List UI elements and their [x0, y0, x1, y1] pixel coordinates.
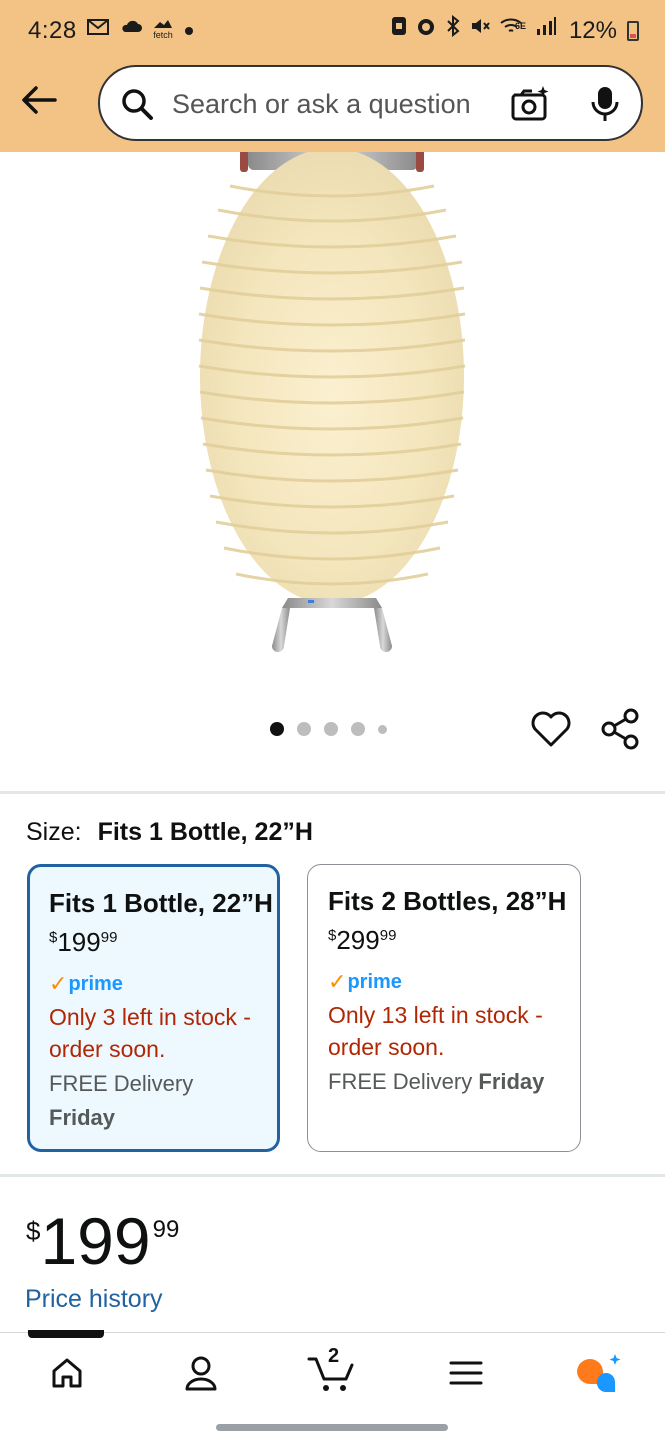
stock-status: Only 13 left in stock - order soon.	[328, 1002, 543, 1060]
nav-home[interactable]	[46, 1351, 88, 1395]
carousel-dot-5[interactable]	[378, 724, 387, 734]
back-button[interactable]	[18, 82, 60, 118]
product-image[interactable]	[190, 152, 475, 656]
price-whole: 199	[40, 1204, 151, 1278]
prime-check-icon: ✓	[49, 971, 68, 996]
price-whole: 199	[57, 927, 101, 957]
battery-percent: 12%	[568, 16, 617, 44]
gmail-icon	[86, 14, 110, 44]
cloud-icon	[120, 14, 142, 44]
size-selected-value: Fits 1 Bottle, 22”H	[97, 818, 313, 846]
size-option-2-bottles[interactable]: Fits 2 Bottles, 28”H $ 299 99 ✓ prime On…	[307, 864, 581, 1152]
lock-screen-icon	[391, 15, 407, 46]
home-icon	[52, 1358, 82, 1388]
stock-status: Only 3 left in stock - order soon.	[49, 1004, 251, 1062]
section-divider	[0, 1174, 665, 1177]
delivery-day: Friday	[49, 1105, 116, 1130]
signal-icon	[535, 15, 557, 46]
dot-icon	[184, 14, 194, 44]
price-cents: 99	[379, 927, 397, 944]
option-title: Fits 2 Bottles, 28”H	[328, 886, 567, 916]
microphone-icon[interactable]	[590, 85, 620, 123]
bottom-navigation: 2	[0, 1332, 665, 1414]
cart-count-badge: 2	[328, 1345, 340, 1367]
delivery-prefix: FREE Delivery	[328, 1069, 473, 1094]
delivery-info: FREE Delivery Friday	[328, 1065, 580, 1099]
search-input[interactable]	[172, 85, 492, 123]
wifi-icon: 6E	[499, 15, 527, 46]
status-system-icons: 6E 12%	[391, 14, 639, 46]
prime-check-icon: ✓	[328, 969, 347, 994]
prime-label: prime	[347, 970, 402, 993]
delivery-day: Friday	[478, 1069, 545, 1094]
share-icon[interactable]	[600, 708, 640, 750]
prime-badge: ✓ prime	[49, 971, 277, 997]
size-option-1-bottle[interactable]: Fits 1 Bottle, 22”H $ 199 99 ✓ prime Onl…	[27, 864, 280, 1152]
size-label: Size:	[26, 818, 82, 846]
battery-icon	[627, 20, 639, 41]
prime-badge: ✓ prime	[328, 969, 580, 995]
fetch-label: fetch	[153, 30, 173, 40]
option-price: $ 199 99	[49, 927, 277, 957]
account-icon	[185, 1356, 217, 1391]
price-cents: 99	[152, 1216, 180, 1243]
image-carousel-dots[interactable]	[270, 722, 387, 736]
camera-search-icon[interactable]	[510, 85, 550, 123]
carousel-dot-2[interactable]	[297, 722, 311, 736]
section-divider	[0, 791, 665, 794]
carousel-dot-3[interactable]	[324, 722, 338, 736]
network-label: 6E	[514, 21, 526, 31]
heart-icon[interactable]	[530, 708, 572, 750]
carousel-dot-4[interactable]	[351, 722, 365, 736]
price-symbol: $	[26, 1216, 41, 1246]
status-bar: 4:28 fetch 6E 12%	[0, 0, 665, 62]
option-title: Fits 1 Bottle, 22”H	[49, 888, 273, 918]
nav-rufus[interactable]	[574, 1351, 624, 1395]
product-price: $ 199 99	[26, 1208, 179, 1274]
nav-menu[interactable]	[446, 1351, 486, 1395]
carousel-dot-1[interactable]	[270, 722, 284, 736]
delivery-info: FREE Delivery Friday	[49, 1067, 277, 1135]
price-history-link[interactable]: Price history	[25, 1285, 163, 1314]
system-home-indicator[interactable]	[216, 1424, 448, 1431]
price-symbol: $	[49, 929, 58, 946]
size-selector-label: Size: Fits 1 Bottle, 22”H	[26, 818, 313, 847]
menu-icon	[449, 1361, 483, 1385]
mute-icon	[469, 15, 491, 46]
delivery-prefix: FREE Delivery	[49, 1071, 194, 1096]
product-image-gallery[interactable]	[0, 152, 665, 772]
app-header: 4:28 fetch 6E 12% Search or ask a questi…	[0, 0, 665, 152]
alarm-icon	[415, 15, 437, 46]
bluetooth-icon	[445, 14, 461, 46]
nav-account[interactable]	[180, 1351, 222, 1395]
fetch-icon: fetch	[152, 18, 174, 40]
rufus-icon	[577, 1354, 621, 1393]
search-icon	[122, 89, 153, 120]
back-arrow-icon	[22, 86, 57, 114]
status-notification-icons: fetch	[86, 14, 194, 44]
price-symbol: $	[328, 927, 337, 944]
search-bar[interactable]	[98, 65, 643, 141]
price-cents: 99	[100, 929, 118, 946]
price-whole: 299	[336, 925, 380, 955]
status-time: 4:28	[28, 17, 77, 44]
nav-cart[interactable]: 2	[306, 1345, 358, 1395]
option-price: $ 299 99	[328, 925, 580, 955]
prime-label: prime	[68, 972, 123, 995]
active-tab-indicator	[28, 1330, 104, 1338]
